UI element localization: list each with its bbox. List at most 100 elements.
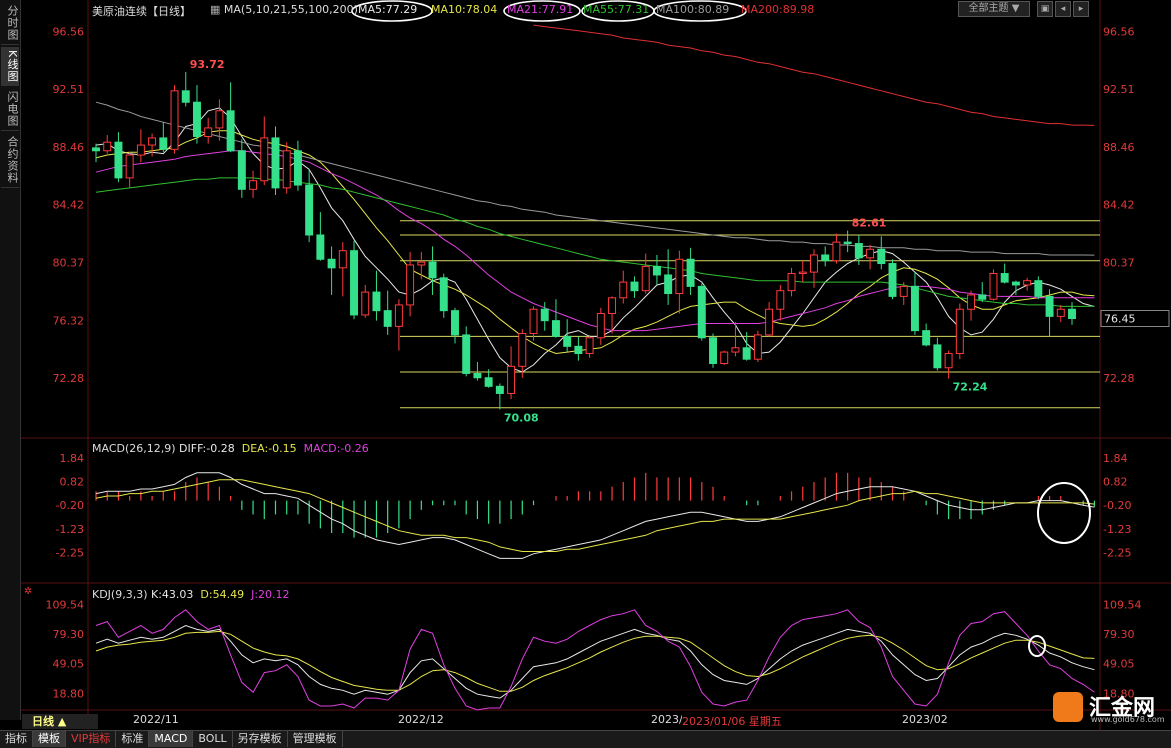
scroll-right-icon[interactable]: ▸: [1073, 1, 1089, 17]
candle-body: [495, 385, 504, 394]
y-tick-label-left: 92.51: [53, 83, 85, 96]
y-tick-label-right: 92.51: [1103, 83, 1135, 96]
x-label-nov: 2022/11: [133, 713, 179, 726]
candle-body: [1023, 280, 1032, 286]
candle-body: [563, 335, 572, 347]
ma-line-ma5: [95, 107, 1095, 373]
candle-body: [922, 330, 931, 346]
period-button[interactable]: 日线 ▲: [22, 714, 98, 729]
tab-contract-info[interactable]: 合约资料: [1, 133, 19, 189]
tab-indicators[interactable]: 指标: [0, 731, 33, 747]
theme-dropdown[interactable]: 全部主题 ▼: [958, 1, 1030, 17]
y-tick-label-left: 49.05: [53, 658, 85, 671]
y-tick-label-right: 84.42: [1103, 199, 1135, 212]
candle-body: [293, 150, 302, 186]
candle-body: [215, 110, 224, 129]
candle-body: [753, 334, 762, 360]
candle-body: [271, 137, 280, 189]
extreme-price-label: 72.24: [953, 381, 988, 394]
candle-body: [877, 248, 886, 265]
ma-settings-icon[interactable]: ▦: [210, 3, 220, 16]
last-price-label: 76.45: [1104, 313, 1136, 326]
candle-body: [540, 308, 549, 322]
candle-body: [428, 261, 437, 279]
tab-standard[interactable]: 标准: [116, 731, 150, 747]
y-tick-label-right: 80.37: [1103, 257, 1135, 270]
candle-body: [596, 313, 605, 339]
kdj-k: K:43.03: [151, 588, 194, 601]
highlight-circle: [1037, 482, 1091, 544]
candle-body: [832, 241, 841, 262]
candle-body: [462, 334, 471, 374]
y-tick-label-right: 88.46: [1103, 141, 1135, 154]
candle-body: [978, 294, 987, 300]
candle-body: [664, 274, 673, 295]
candle-body: [944, 352, 953, 369]
ma21-value: MA21:77.91: [507, 3, 574, 16]
ma10-value: MA10:78.04: [431, 3, 498, 16]
tab-macd[interactable]: MACD: [149, 731, 194, 747]
logo-url: www.gold678.com: [1091, 715, 1165, 724]
candle-body: [192, 101, 201, 137]
candle-body: [798, 271, 807, 275]
candle-body: [574, 345, 583, 354]
candle-body: [237, 150, 246, 190]
restore-icon[interactable]: ▣: [1037, 1, 1053, 17]
y-tick-label-right: 109.54: [1103, 598, 1142, 611]
candle-body: [114, 141, 123, 179]
tab-kline[interactable]: K线图: [1, 47, 19, 87]
y-tick-label-left: 109.54: [46, 598, 85, 611]
candle-body: [551, 320, 560, 337]
candle-body: [170, 90, 179, 150]
tab-flash[interactable]: 闪电图: [1, 88, 19, 132]
tab-templates[interactable]: 模板: [33, 731, 66, 747]
candle-body: [136, 144, 145, 156]
x-label-feb: 2023/02: [902, 713, 948, 726]
ma5-value: MA5:77.29: [358, 3, 418, 16]
candle-body: [776, 290, 785, 310]
manage-templates-button[interactable]: 管理模板: [288, 731, 343, 747]
candle-body: [709, 337, 717, 364]
candle-body: [1034, 280, 1043, 297]
y-tick-label-left: 96.56: [53, 25, 85, 38]
kdj-close-icon[interactable]: ✲: [24, 586, 32, 597]
candle-body: [1056, 308, 1065, 317]
candle-body: [652, 265, 661, 276]
candle-body: [260, 137, 269, 182]
x-label-jan: 2023/: [651, 713, 683, 726]
extreme-price-label: 82.61: [852, 217, 887, 230]
tab-boll[interactable]: BOLL: [193, 731, 233, 747]
ma200-value: MA200:89.98: [741, 3, 815, 16]
tab-timeshare[interactable]: 分时图: [1, 2, 19, 45]
chart-title: 美原油连续【日线】: [92, 5, 191, 18]
extreme-price-label: 93.72: [190, 58, 225, 71]
candle-body: [103, 141, 112, 152]
candle-body: [787, 273, 796, 292]
macd-diff: DIFF:-0.28: [179, 442, 235, 455]
candle-body: [955, 308, 964, 354]
tab-vip-indicators[interactable]: VIP指标: [66, 731, 117, 747]
candle-body: [518, 332, 527, 367]
save-template-button[interactable]: 另存模板: [233, 731, 288, 747]
y-tick-label-right: 96.56: [1103, 25, 1135, 38]
y-tick-label-left: -0.20: [56, 499, 84, 512]
y-tick-label-right: -1.23: [1103, 523, 1131, 536]
y-tick-label-left: 84.42: [53, 199, 85, 212]
candle-body: [967, 294, 976, 310]
candle-body: [383, 310, 392, 327]
y-tick-label-right: 72.28: [1103, 372, 1135, 385]
y-tick-label-left: 1.84: [60, 452, 85, 465]
candle-body: [821, 254, 830, 262]
candle-body: [809, 254, 818, 273]
y-tick-label-right: -2.25: [1103, 547, 1131, 560]
gold678-logo: 汇金网 www.gold678.com: [1053, 690, 1165, 726]
view-sidebar: 分时图 K线图 闪电图 合约资料: [0, 0, 21, 720]
candle-body: [899, 285, 908, 297]
candle-body: [608, 297, 617, 315]
candle-body: [372, 291, 381, 312]
y-tick-label-left: 18.80: [53, 687, 85, 700]
y-tick-label-left: 72.28: [53, 372, 85, 385]
scroll-left-icon[interactable]: ◂: [1055, 1, 1071, 17]
candle-body: [159, 137, 168, 150]
bottom-toolbar: 指标 模板 VIP指标 标准 MACD BOLL 另存模板 管理模板: [0, 730, 1171, 748]
